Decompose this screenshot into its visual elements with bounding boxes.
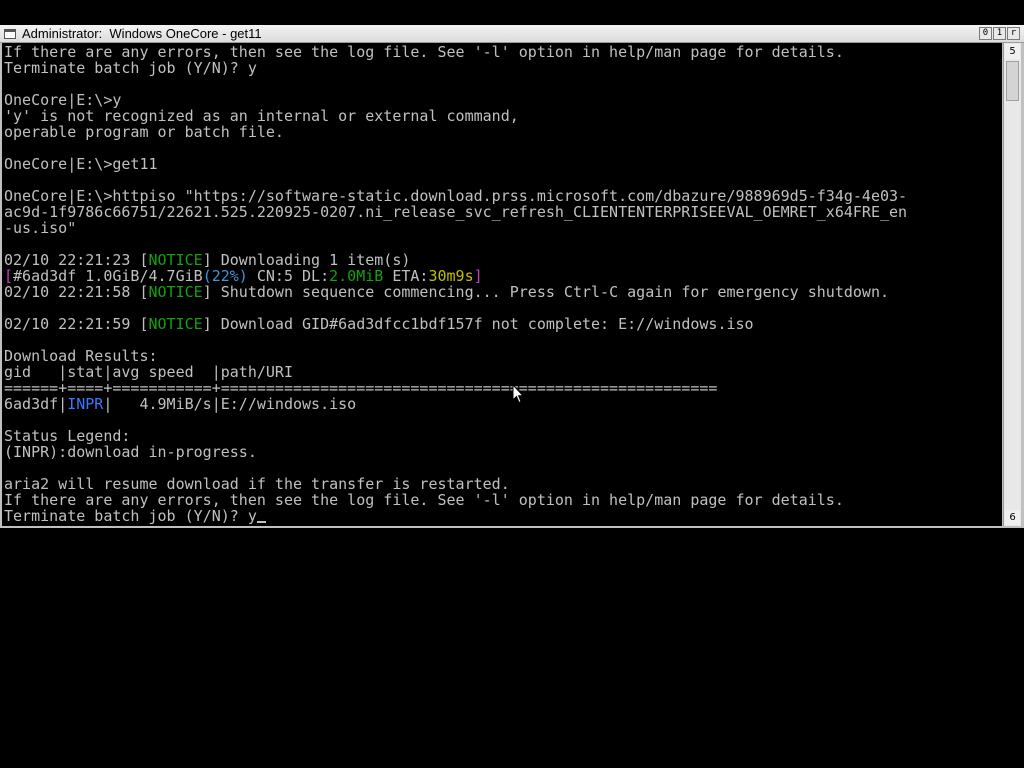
console-line: Download Results:: [4, 348, 158, 364]
text-cursor: [256, 521, 266, 523]
console-text: 02/10 22:21:58 [: [4, 283, 149, 301]
console-text: ] Download GID#6ad3dfcc1bdf157f not comp…: [202, 315, 754, 333]
console-line: Terminate batch job (Y/N)? y: [4, 508, 266, 524]
console-text: INPR: [67, 395, 104, 413]
console-line: If there are any errors, then see the lo…: [4, 492, 844, 508]
console-line: (INPR):download in-progress.: [4, 444, 257, 460]
console-line: operable program or batch file.: [4, 124, 284, 140]
console-text: NOTICE: [148, 283, 203, 301]
scroll-down-arrow[interactable]: 6: [1005, 510, 1020, 525]
console-line: OneCore|E:\>y: [4, 92, 121, 108]
mouse-pointer-icon: [512, 384, 524, 404]
console-text: (INPR):download in-progress.: [4, 443, 257, 461]
console-line: gid |stat|avg speed |path/URI: [4, 364, 293, 380]
console-window[interactable]: Administrator: Windows OneCore - get11 0…: [0, 25, 1024, 528]
console-line: 6ad3df|INPR| 4.9MiB/s|E://windows.iso: [4, 396, 356, 412]
console-line: Terminate batch job (Y/N)? y: [4, 60, 257, 76]
console-text: operable program or batch file.: [4, 123, 284, 141]
scroll-up-arrow[interactable]: 5: [1005, 44, 1020, 59]
close-button[interactable]: r: [1007, 27, 1020, 40]
maximize-button[interactable]: 1: [993, 27, 1006, 40]
console-line: OneCore|E:\>get11: [4, 156, 158, 172]
console-line: 'y' is not recognized as an internal or …: [4, 108, 519, 124]
console-line: 02/10 22:21:23 [NOTICE] Downloading 1 it…: [4, 252, 410, 268]
console-text: Terminate batch job (Y/N)? y: [4, 507, 257, 525]
console-line: ac9d-1f9786c66751/22621.525.220925-0207.…: [4, 204, 907, 220]
console-line: 02/10 22:21:58 [NOTICE] Shutdown sequenc…: [4, 284, 889, 300]
console-line: ======+====+===========+================…: [4, 380, 717, 396]
console-line: aria2 will resume download if the transf…: [4, 476, 510, 492]
scroll-thumb[interactable]: [1006, 61, 1019, 101]
console-line: OneCore|E:\>httpiso "https://software-st…: [4, 188, 907, 204]
console-line: -us.iso": [4, 220, 76, 236]
console-text: ac9d-1f9786c66751/22621.525.220925-0207.…: [4, 203, 908, 221]
window-title: Administrator: Windows OneCore - get11: [22, 26, 262, 41]
console-text: | 4.9MiB/s|E://windows.iso: [103, 395, 357, 413]
console-window-icon[interactable]: [4, 29, 16, 39]
console-line: Status Legend:: [4, 428, 130, 444]
console-line: [#6ad3df 1.0GiB/4.7GiB(22%) CN:5 DL:2.0M…: [4, 268, 483, 284]
minimize-button[interactable]: 0: [979, 27, 992, 40]
console-text: OneCore|E:\>get11: [4, 155, 158, 173]
console-text: NOTICE: [148, 315, 203, 333]
console-text: -us.iso": [4, 219, 77, 237]
console-text: Terminate batch job (Y/N)? y: [4, 59, 257, 77]
console-text: ] Shutdown sequence commencing... Press …: [202, 283, 890, 301]
console-text: 02/10 22:21:59 [: [4, 315, 149, 333]
console-output[interactable]: If there are any errors, then see the lo…: [2, 43, 1002, 526]
title-bar[interactable]: Administrator: Windows OneCore - get11 0…: [0, 25, 1024, 43]
vertical-scrollbar[interactable]: 5 6: [1003, 43, 1021, 526]
console-text: 6ad3df|: [4, 395, 68, 413]
console-line: If there are any errors, then see the lo…: [4, 44, 844, 60]
console-line: 02/10 22:21:59 [NOTICE] Download GID#6ad…: [4, 316, 754, 332]
caption-buttons: 0 1 r: [979, 27, 1020, 40]
